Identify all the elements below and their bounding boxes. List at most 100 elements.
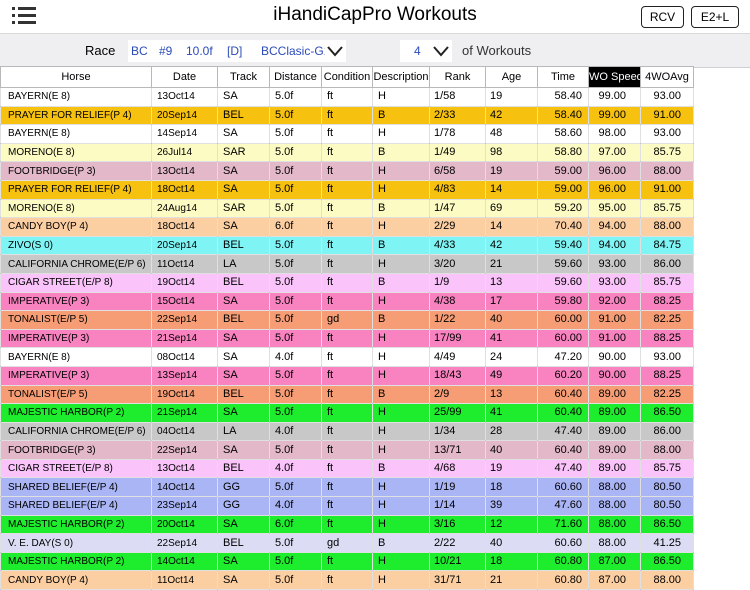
race-name: BCClasic-G1 xyxy=(261,44,325,58)
column-header-4woavg[interactable]: 4WOAvg xyxy=(640,66,694,88)
rank-cell: 1/47 xyxy=(429,198,486,219)
distance-cell: 4.0f xyxy=(269,347,322,367)
condition-cell: gd xyxy=(321,533,373,553)
wo-speed-cell: 91.00 xyxy=(588,310,641,330)
table-row[interactable]: CANDY BOY(P 4) 18Oct14 SA 6.0f ft H 2/29 14 70.4… xyxy=(0,217,694,237)
workouts-label: of Workouts xyxy=(462,43,532,58)
table-row[interactable]: IMPERATIVE(P 3) 21Sep14 SA 5.0f ft H 17/99 41 60… xyxy=(0,328,694,349)
distance-cell: 5.0f xyxy=(269,328,322,349)
table-row[interactable]: PRAYER FOR RELIEF(P 4) 18Oct14 SA 5.0f ft H 4/… xyxy=(0,179,694,200)
four-wo-avg-cell: 85.75 xyxy=(640,272,694,293)
time-cell: 59.40 xyxy=(537,235,589,256)
column-header-age[interactable]: Age xyxy=(485,66,538,88)
condition-cell: ft xyxy=(321,179,373,200)
rank-cell: 1/9 xyxy=(429,272,486,293)
track-cell: SA xyxy=(217,403,270,423)
condition-cell: ft xyxy=(321,403,373,423)
table-row[interactable]: CANDY BOY(P 4) 11Oct14 SA 5.0f ft H 31/71 21 60.… xyxy=(0,570,694,590)
time-cell: 58.80 xyxy=(537,142,589,163)
age-cell: 13 xyxy=(485,272,538,293)
track-cell: SA xyxy=(217,440,270,460)
rank-cell: 4/68 xyxy=(429,458,486,479)
column-header-condition[interactable]: Condition xyxy=(321,66,373,88)
table-row[interactable]: CIGAR STREET(E/P 8) 19Oct14 BEL 5.0f ft B 1/9 1… xyxy=(0,272,694,293)
app-title: iHandiCapPro Workouts xyxy=(273,4,477,25)
table-row[interactable]: SHARED BELIEF(E/P 4) 14Oct14 GG 5.0f ft H 1/19… xyxy=(0,477,694,498)
wo-speed-cell: 90.00 xyxy=(588,365,641,386)
wo-speed-cell: 96.00 xyxy=(588,161,641,181)
wo-speed-cell: 94.00 xyxy=(588,235,641,256)
e2l-button[interactable]: E2+L xyxy=(691,6,739,28)
condition-cell: ft xyxy=(321,235,373,256)
column-header-rank[interactable]: Rank xyxy=(429,66,486,88)
age-cell: 48 xyxy=(485,124,538,144)
age-cell: 19 xyxy=(485,458,538,479)
description-cell: H xyxy=(372,570,430,590)
track-cell: BEL xyxy=(217,458,270,479)
wo-speed-cell: 99.00 xyxy=(588,87,641,107)
table-row[interactable]: CIGAR STREET(E/P 8) 13Oct14 BEL 4.0f ft B 4/68… xyxy=(0,458,694,479)
distance-cell: 5.0f xyxy=(269,142,322,163)
track-cell: SA xyxy=(217,570,270,590)
column-header-date[interactable]: Date xyxy=(151,66,218,88)
table-row[interactable]: BAYERN(E 8) 14Sep14 SA 5.0f ft H 1/78 48 58.60 98… xyxy=(0,124,694,144)
table-row[interactable]: CALIFORNIA CHROME(E/P 6) 04Oct14 LA 4.0f ft H… xyxy=(0,421,694,442)
date-cell: 13Oct14 xyxy=(151,161,218,181)
track-cell: SA xyxy=(217,551,270,572)
description-cell: H xyxy=(372,496,430,516)
race-picker[interactable]: BC #9 10.0f [D] BCClasic-G1 xyxy=(128,40,346,62)
table-row[interactable]: TONALIST(E/P 5) 22Sep14 BEL 5.0f gd B 1/22 40 60… xyxy=(0,310,694,330)
table-row[interactable]: FOOTBRIDGE(P 3) 13Oct14 SA 5.0f ft H 6/58 19 59.… xyxy=(0,161,694,181)
rcv-button[interactable]: RCV xyxy=(641,6,684,28)
wo-speed-cell: 96.00 xyxy=(588,179,641,200)
table-row[interactable]: TONALIST(E/P 5) 19Oct14 BEL 5.0f ft B 2/9 13 60.… xyxy=(0,384,694,405)
distance-cell: 5.0f xyxy=(269,124,322,144)
table-row[interactable]: V. E. DAY(S 0) 22Sep14 BEL 5.0f gd B 2/22 40 60.… xyxy=(0,533,694,553)
age-cell: 19 xyxy=(485,87,538,107)
table-row[interactable]: ZIVO(S 0) 20Sep14 BEL 5.0f ft B 4/33 42 59.40 94.… xyxy=(0,235,694,256)
description-cell: H xyxy=(372,328,430,349)
table-row[interactable]: IMPERATIVE(P 3) 15Oct14 SA 5.0f ft H 4/38 17 59.… xyxy=(0,291,694,312)
table-row[interactable]: BAYERN(E 8) 08Oct14 SA 4.0f ft H 4/49 24 47.20 90… xyxy=(0,347,694,367)
four-wo-avg-cell: 93.00 xyxy=(640,87,694,107)
age-cell: 39 xyxy=(485,496,538,516)
table-row[interactable]: CALIFORNIA CHROME(E/P 6) 11Oct14 LA 5.0f ft H… xyxy=(0,254,694,274)
column-header-track[interactable]: Track xyxy=(217,66,270,88)
four-wo-avg-cell: 88.00 xyxy=(640,217,694,237)
table-row[interactable]: MORENO(E 8) 26Jul14 SAR 5.0f ft B 1/49 98 58.80 9… xyxy=(0,142,694,163)
table-row[interactable]: FOOTBRIDGE(P 3) 22Sep14 SA 5.0f ft H 13/71 40 60… xyxy=(0,440,694,460)
condition-cell: ft xyxy=(321,142,373,163)
horse-cell: MAJESTIC HARBOR(P 2) xyxy=(0,514,152,535)
table-row[interactable]: SHARED BELIEF(E/P 4) 23Sep14 GG 4.0f ft H 1/14… xyxy=(0,496,694,516)
wo-speed-cell: 97.00 xyxy=(588,142,641,163)
column-header-distance[interactable]: Distance xyxy=(269,66,322,88)
time-cell: 58.40 xyxy=(537,87,589,107)
four-wo-avg-cell: 80.50 xyxy=(640,496,694,516)
distance-cell: 5.0f xyxy=(269,365,322,386)
column-header-horse[interactable]: Horse xyxy=(0,66,152,88)
condition-cell: ft xyxy=(321,87,373,107)
column-header-description[interactable]: Description xyxy=(372,66,430,88)
horse-cell: MORENO(E 8) xyxy=(0,198,152,219)
table-row[interactable]: MAJESTIC HARBOR(P 2) 20Oct14 SA 6.0f ft H 3/16… xyxy=(0,514,694,535)
time-cell: 47.40 xyxy=(537,458,589,479)
horse-cell: BAYERN(E 8) xyxy=(0,124,152,144)
rank-cell: 1/78 xyxy=(429,124,486,144)
time-cell: 59.20 xyxy=(537,198,589,219)
four-wo-avg-cell: 85.75 xyxy=(640,458,694,479)
table-row[interactable]: BAYERN(E 8) 13Oct14 SA 5.0f ft H 1/58 19 58.40 99… xyxy=(0,87,694,107)
four-wo-avg-cell: 85.75 xyxy=(640,198,694,219)
table-row[interactable]: MAJESTIC HARBOR(P 2) 21Sep14 SA 5.0f ft H 25/9… xyxy=(0,403,694,423)
track-cell: BEL xyxy=(217,310,270,330)
column-header-time[interactable]: Time xyxy=(537,66,589,88)
wo-speed-cell: 89.00 xyxy=(588,421,641,442)
table-row[interactable]: PRAYER FOR RELIEF(P 4) 20Sep14 BEL 5.0f ft B 2… xyxy=(0,105,694,126)
workouts-count-picker[interactable]: 4 xyxy=(400,40,452,62)
table-row[interactable]: MAJESTIC HARBOR(P 2) 14Oct14 SA 5.0f ft H 10/2… xyxy=(0,551,694,572)
condition-cell: ft xyxy=(321,198,373,219)
horse-cell: IMPERATIVE(P 3) xyxy=(0,291,152,312)
table-row[interactable]: MORENO(E 8) 24Aug14 SAR 5.0f ft B 1/47 69 59.20 9… xyxy=(0,198,694,219)
column-header-wo-speed[interactable]: WO Speed xyxy=(588,66,641,88)
table-row[interactable]: IMPERATIVE(P 3) 13Sep14 SA 5.0f ft H 18/43 49 60… xyxy=(0,365,694,386)
race-surface: [D] xyxy=(227,44,243,58)
